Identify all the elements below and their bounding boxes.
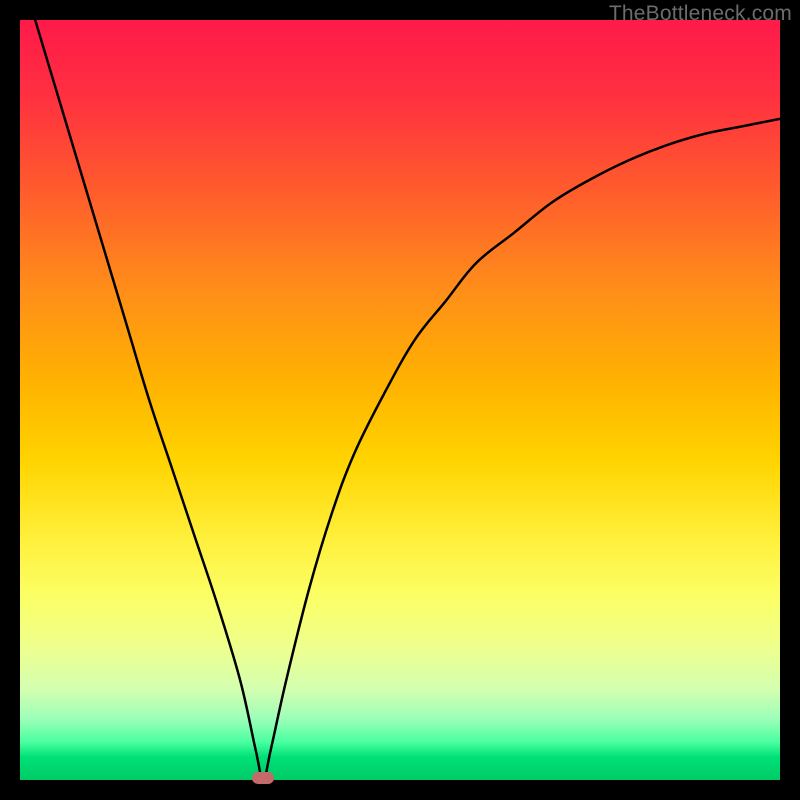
bottleneck-curve-path bbox=[35, 20, 780, 780]
curve-svg bbox=[20, 20, 780, 780]
plot-area bbox=[20, 20, 780, 780]
chart-frame: TheBottleneck.com bbox=[0, 0, 800, 800]
dip-marker bbox=[252, 772, 274, 784]
